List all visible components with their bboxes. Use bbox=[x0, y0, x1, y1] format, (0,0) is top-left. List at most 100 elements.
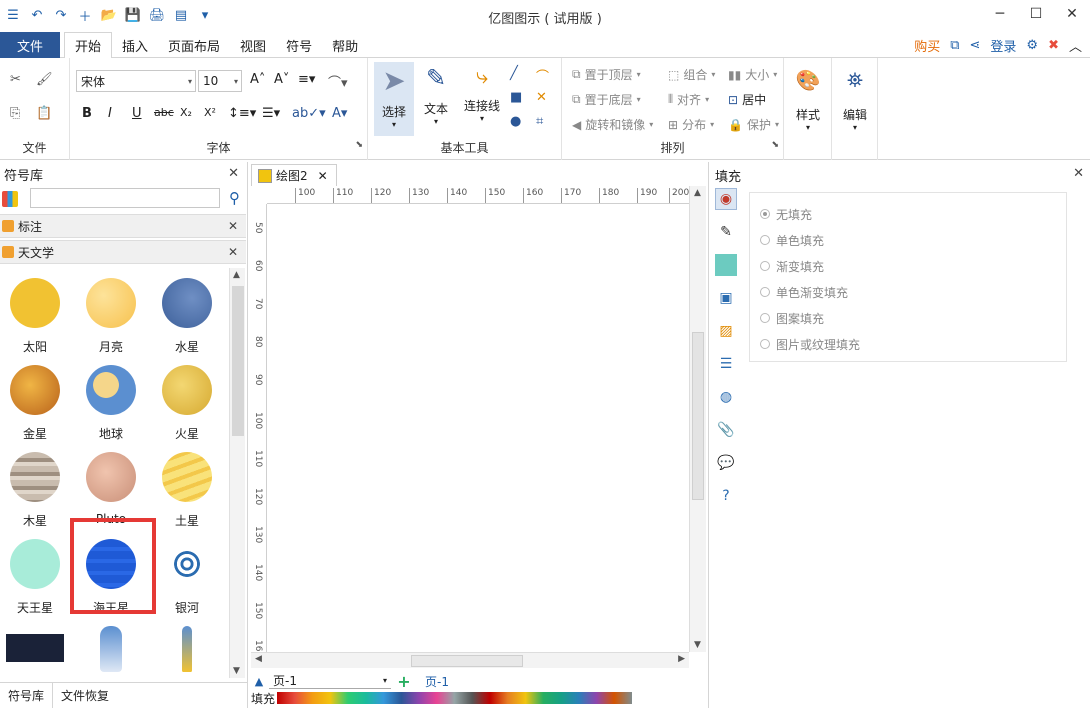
scroll-down-icon[interactable]: ▼ bbox=[233, 666, 240, 676]
globe-icon[interactable]: ◍ bbox=[715, 386, 737, 408]
document-tab[interactable]: 绘图2 ✕ bbox=[251, 164, 337, 186]
copy-icon[interactable]: ⎘ bbox=[10, 106, 20, 121]
protect-button[interactable]: 🔒 保护 ▾ bbox=[728, 116, 779, 133]
file-tab[interactable]: 文件 bbox=[0, 32, 60, 58]
library-search-input[interactable] bbox=[30, 188, 220, 208]
tab-view[interactable]: 视图 bbox=[230, 32, 276, 58]
fill-option-picture[interactable]: 图片或纹理填充 bbox=[760, 331, 1056, 357]
shape-earth[interactable]: 地球 bbox=[76, 359, 146, 445]
library-scrollbar[interactable]: ▲ ▼ bbox=[229, 268, 245, 678]
tab-home[interactable]: 开始 bbox=[64, 32, 113, 59]
scroll-down-icon[interactable]: ▼ bbox=[694, 640, 701, 650]
connector-tool-button[interactable]: ⤷ 连接线 ▾ bbox=[456, 62, 508, 136]
fill-option-gradient[interactable]: 渐变填充 bbox=[760, 253, 1056, 279]
line-spacing-icon[interactable]: ↕≡▾ bbox=[228, 106, 256, 121]
shape-starfield[interactable] bbox=[0, 620, 70, 676]
canvas-horizontal-scrollbar[interactable]: ◀ ▶ bbox=[251, 652, 689, 668]
shape-sun[interactable]: 太阳 bbox=[0, 272, 70, 358]
category-annotation[interactable]: 标注 ✕ bbox=[0, 214, 246, 238]
tab-insert[interactable]: 插入 bbox=[112, 32, 158, 58]
close-button[interactable]: ✕ bbox=[1054, 0, 1090, 28]
buy-link[interactable]: 购买 bbox=[914, 36, 940, 55]
fill-bucket-icon[interactable]: ◉ bbox=[715, 188, 737, 210]
paste-icon[interactable]: 📋 bbox=[36, 106, 52, 121]
comment-icon[interactable]: 💬 bbox=[715, 452, 737, 474]
scroll-up-icon[interactable]: ▲ bbox=[233, 270, 240, 280]
select-tool-button[interactable]: ➤ 选择 ▾ bbox=[374, 62, 414, 136]
shape-mars[interactable]: 火星 bbox=[152, 359, 222, 445]
login-link[interactable]: 登录 bbox=[990, 36, 1016, 55]
scroll-right-icon[interactable]: ▶ bbox=[678, 654, 685, 664]
category-close-icon[interactable]: ✕ bbox=[228, 245, 238, 259]
send-back-button[interactable]: ⧉ 置于底层 ▾ bbox=[572, 91, 641, 108]
align-button[interactable]: ⫴ 对齐 ▾ bbox=[668, 91, 709, 108]
shape-neptune[interactable]: 海王星 bbox=[76, 533, 146, 619]
ellipse-shape-icon[interactable]: ● bbox=[510, 114, 521, 129]
shadow-icon[interactable] bbox=[715, 254, 737, 276]
shape-rocket[interactable] bbox=[152, 620, 222, 676]
add-page-icon[interactable]: + bbox=[391, 672, 417, 691]
cross-shape-icon[interactable]: ✕ bbox=[536, 90, 547, 105]
attachment-icon[interactable]: 📎 bbox=[715, 419, 737, 441]
line-style-icon[interactable]: ⌒▾ bbox=[328, 72, 348, 91]
align-icon[interactable]: ≡▾ bbox=[298, 72, 315, 87]
fill-option-none[interactable]: 无填充 bbox=[760, 201, 1056, 227]
format-painter-icon[interactable]: 🖌 bbox=[36, 72, 53, 87]
shape-venus[interactable]: 金星 bbox=[0, 359, 70, 445]
center-button[interactable]: ⊡ 居中 bbox=[728, 91, 766, 108]
library-close-icon[interactable]: ✕ bbox=[228, 166, 239, 181]
shape-uranus[interactable]: 天王星 bbox=[0, 533, 70, 619]
shape-rocket-launch[interactable] bbox=[76, 620, 146, 676]
strikethrough-icon[interactable]: abc bbox=[154, 106, 174, 119]
layers-icon[interactable]: ▨ bbox=[715, 320, 737, 342]
maximize-button[interactable]: ☐ bbox=[1018, 0, 1054, 28]
text-highlight-icon[interactable]: ab✓▾ bbox=[292, 106, 326, 121]
tab-symbols[interactable]: 符号 bbox=[276, 32, 322, 58]
shape-saturn[interactable]: 土星 bbox=[152, 446, 222, 532]
fill-option-solid[interactable]: 单色填充 bbox=[760, 227, 1056, 253]
line-pen-icon[interactable]: ✎ bbox=[715, 221, 737, 243]
page-select[interactable]: 页-1 ▾ bbox=[269, 673, 391, 689]
category-close-icon[interactable]: ✕ bbox=[228, 219, 238, 233]
arc-shape-icon[interactable]: ⌒ bbox=[536, 66, 549, 85]
scroll-up-icon[interactable]: ▲ bbox=[694, 188, 701, 198]
scroll-left-icon[interactable]: ◀ bbox=[255, 654, 262, 664]
image-icon[interactable]: ▣ bbox=[715, 287, 737, 309]
line-shape-icon[interactable]: ╱ bbox=[510, 66, 518, 81]
shape-mercury[interactable]: 水星 bbox=[152, 272, 222, 358]
rotate-button[interactable]: ◀ 旋转和镜像 ▾ bbox=[572, 116, 653, 133]
grow-font-icon[interactable]: A˄ bbox=[250, 72, 265, 87]
help-icon[interactable]: ? bbox=[715, 485, 737, 507]
collapse-ribbon-icon[interactable]: ︿ bbox=[1069, 36, 1082, 55]
color-palette[interactable] bbox=[277, 692, 632, 704]
shape-galaxy[interactable]: 银河 bbox=[152, 533, 222, 619]
network-share-icon[interactable]: ⋖ bbox=[970, 38, 981, 53]
tab-help[interactable]: 帮助 bbox=[322, 32, 368, 58]
category-astronomy[interactable]: 天文学 ✕ bbox=[0, 240, 246, 264]
shrink-font-icon[interactable]: A˅ bbox=[274, 72, 289, 87]
crop-icon[interactable]: ⌗ bbox=[536, 114, 543, 129]
cut-icon[interactable]: ✂ bbox=[10, 72, 21, 87]
shape-jupiter[interactable]: 木星 bbox=[0, 446, 70, 532]
font-color-icon[interactable]: A▾ bbox=[332, 106, 347, 121]
font-size-select[interactable]: 10 ▾ bbox=[198, 70, 242, 92]
page-list-icon[interactable]: ☰ bbox=[715, 353, 737, 375]
font-family-select[interactable]: 宋体 ▾ bbox=[76, 70, 196, 92]
drawing-canvas[interactable] bbox=[268, 205, 689, 651]
distribute-button[interactable]: ⊞ 分布 ▾ bbox=[668, 116, 714, 133]
tab-file-recovery[interactable]: 文件恢复 bbox=[53, 683, 117, 708]
size-button[interactable]: ▮▮ 大小 ▾ bbox=[728, 66, 777, 83]
shape-pluto[interactable]: Pluto bbox=[76, 446, 146, 532]
edit-button[interactable]: ⛯ 编辑 ▾ bbox=[835, 62, 875, 136]
rectangle-shape-icon[interactable]: ■ bbox=[510, 90, 522, 105]
page-tab[interactable]: 页-1 bbox=[425, 673, 449, 690]
canvas-hscroll-thumb[interactable] bbox=[411, 655, 523, 667]
page-up-icon[interactable]: ▲ bbox=[249, 675, 269, 688]
subscript-icon[interactable]: X₂ bbox=[180, 106, 192, 119]
fill-option-pattern[interactable]: 图案填充 bbox=[760, 305, 1056, 331]
share-icon[interactable]: ⧉ bbox=[950, 38, 959, 53]
superscript-icon[interactable]: X² bbox=[204, 106, 216, 119]
bold-icon[interactable]: B bbox=[82, 106, 92, 121]
fill-option-mono-gradient[interactable]: 单色渐变填充 bbox=[760, 279, 1056, 305]
italic-icon[interactable]: I bbox=[108, 106, 112, 121]
